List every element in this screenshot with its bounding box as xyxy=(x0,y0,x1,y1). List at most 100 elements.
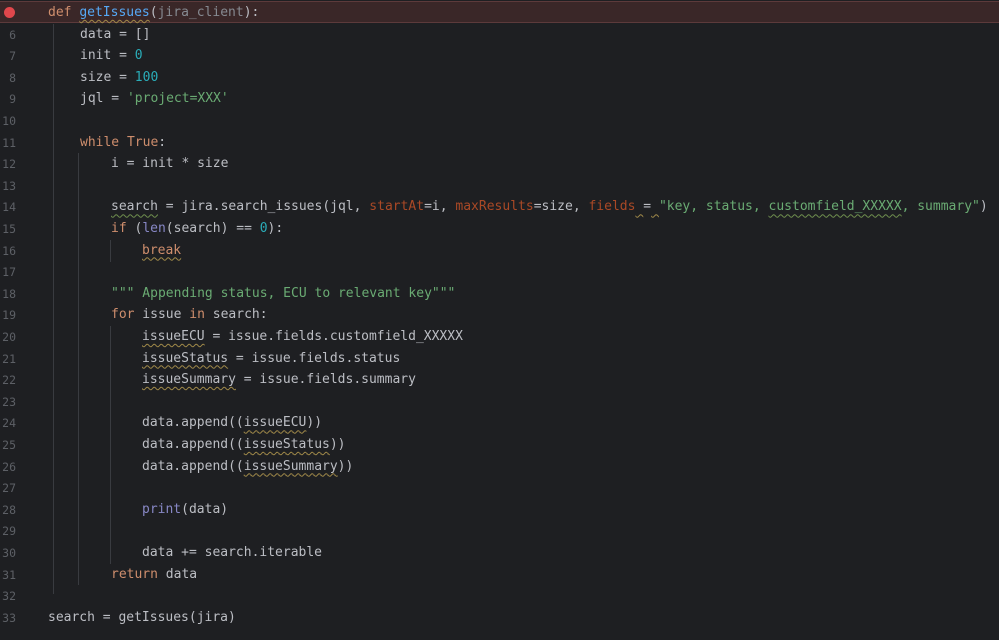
line-number: 8 xyxy=(9,70,16,85)
code-token: ): xyxy=(243,5,260,20)
code-line[interactable]: 13 xyxy=(0,175,999,197)
code-token: data = [] xyxy=(80,26,151,42)
code-token: data += search.iterable xyxy=(142,545,323,560)
line-number: 22 xyxy=(2,373,16,388)
keyword: if xyxy=(111,221,127,236)
keyword: in xyxy=(189,307,205,323)
line-number: 24 xyxy=(2,416,16,431)
line-number: 20 xyxy=(2,330,16,344)
line-number: 12 xyxy=(2,157,16,172)
code-text: data = [] xyxy=(80,26,150,44)
string-literal: customfield_XXXXX xyxy=(768,199,902,215)
code-line[interactable]: 12 i = init * size xyxy=(0,153,999,175)
builtin: len xyxy=(142,221,166,236)
code-token: (data) xyxy=(181,501,229,517)
code-text: data.append((issueStatus)) xyxy=(142,436,346,454)
code-line[interactable]: 14 search = jira.search_issues(jql, start… xyxy=(0,196,999,218)
code-line[interactable]: 18 """ Appending status, ECU to relevant … xyxy=(0,283,999,305)
code-line[interactable]: 9 jql = 'project=XXX' xyxy=(0,88,999,110)
code-line[interactable]: 20 issueECU = issue.fields.customfield_XX… xyxy=(0,326,999,348)
code-token: data.append(( xyxy=(142,415,244,431)
line-number: 17 xyxy=(2,265,16,280)
line-number: 13 xyxy=(2,178,16,193)
code-token: =i, xyxy=(424,199,456,215)
code-token: issueECU xyxy=(243,415,307,431)
code-token: = issue.fields.summary xyxy=(235,372,416,388)
number-literal: 100 xyxy=(134,69,159,85)
code-text: issueSummary = issue.fields.summary xyxy=(142,371,416,389)
line-number: 6 xyxy=(9,27,16,42)
string-literal: "key, status, xyxy=(658,199,769,215)
line-number: 19 xyxy=(2,308,16,323)
code-text: break xyxy=(142,242,181,260)
line-number: 32 xyxy=(2,589,16,604)
code-token: data xyxy=(157,566,198,582)
code-text: """ Appending status, ECU to relevant ke… xyxy=(111,285,455,303)
line-number: 30 xyxy=(2,546,16,560)
code-token: size = xyxy=(80,69,135,85)
code-line[interactable]: 22 issueSummary = issue.fields.summary xyxy=(0,369,999,391)
code-line[interactable]: 10 xyxy=(0,110,999,132)
code-token: ( xyxy=(126,221,143,236)
code-token: = xyxy=(643,199,652,215)
line-number: 18 xyxy=(2,286,16,301)
code-text: size = 100 xyxy=(80,69,158,87)
builtin: print xyxy=(142,501,182,517)
breakpoint-icon[interactable] xyxy=(4,7,15,18)
code-token: issueSummary xyxy=(142,372,236,388)
code-token: )) xyxy=(337,458,354,474)
code-line[interactable]: 21 issueStatus = issue.fields.status xyxy=(0,348,999,370)
line-number: 14 xyxy=(2,200,16,215)
code-line[interactable]: 16 break xyxy=(0,240,999,262)
code-line[interactable]: 8 size = 100 xyxy=(0,67,999,89)
code-line[interactable]: def getIssues(jira_client): xyxy=(0,1,999,23)
line-number: 33 xyxy=(2,610,16,625)
keyword: break xyxy=(142,242,182,258)
code-token: init = xyxy=(80,48,135,64)
line-number: 21 xyxy=(2,351,16,366)
code-text: search = getIssues(jira) xyxy=(48,609,236,627)
code-line[interactable]: 29 xyxy=(0,520,999,542)
code-token: (search) == xyxy=(165,221,260,236)
code-line[interactable]: 33 search = getIssues(jira) xyxy=(0,607,999,629)
code-line[interactable]: 26 data.append((issueSummary)) xyxy=(0,456,999,478)
docstring: """ Appending status, ECU to relevant ke… xyxy=(111,285,456,301)
code-line[interactable]: 31 return data xyxy=(0,564,999,586)
line-number: 7 xyxy=(9,49,16,64)
keyword-argument: startAt xyxy=(369,199,425,215)
code-line[interactable]: 15 if (len(search) == 0): xyxy=(0,218,999,240)
code-line[interactable]: 11 while True: xyxy=(0,132,999,154)
code-line[interactable]: 32 xyxy=(0,585,999,607)
number-literal: 0 xyxy=(134,48,143,64)
code-text: data.append((issueECU)) xyxy=(142,414,322,432)
code-line[interactable]: 17 xyxy=(0,261,999,283)
code-editor[interactable]: def getIssues(jira_client): 6 data = [] 7… xyxy=(0,0,999,640)
code-token: search xyxy=(111,199,158,215)
code-token: = issue.fields.customfield_XXXXX xyxy=(204,329,463,344)
code-line[interactable]: 24 data.append((issueECU)) xyxy=(0,412,999,434)
code-line[interactable]: 27 xyxy=(0,477,999,499)
number-literal: 0 xyxy=(259,221,268,236)
line-number: 16 xyxy=(2,243,16,258)
code-line[interactable]: 23 xyxy=(0,391,999,413)
code-text: data.append((issueSummary)) xyxy=(142,458,353,476)
code-line[interactable]: 7 init = 0 xyxy=(0,45,999,67)
code-token: )) xyxy=(329,437,346,452)
code-token: jql = xyxy=(80,91,127,107)
code-line[interactable]: 19 for issue in search: xyxy=(0,304,999,326)
code-line[interactable]: 28 print(data) xyxy=(0,499,999,521)
line-number: 26 xyxy=(2,459,16,474)
string-literal: 'project=XXX' xyxy=(126,91,229,107)
code-text: search = jira.search_issues(jql, startAt… xyxy=(111,198,988,216)
code-text: i = init * size xyxy=(111,155,228,173)
code-token: issueSummary xyxy=(243,458,338,474)
code-token: data.append(( xyxy=(142,458,244,474)
function-name: getIssues xyxy=(79,5,150,20)
code-token: : xyxy=(158,134,167,150)
code-line[interactable]: 25 data.append((issueStatus)) xyxy=(0,434,999,456)
code-text: data += search.iterable xyxy=(142,544,322,562)
code-line[interactable]: 6 data = [] xyxy=(0,24,999,46)
code-text: while True: xyxy=(80,134,166,152)
code-line[interactable]: 30 data += search.iterable xyxy=(0,542,999,564)
